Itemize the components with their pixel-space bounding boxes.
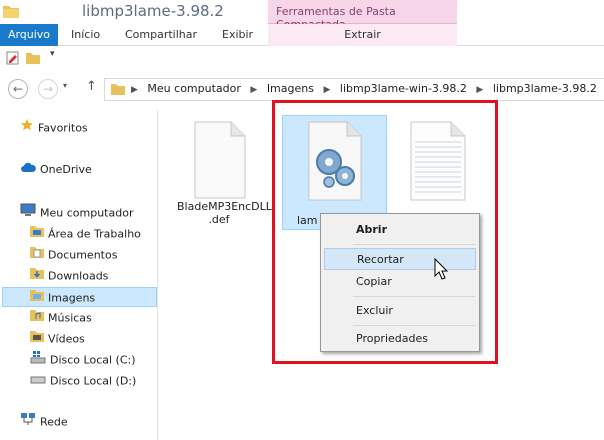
nav-favoritos[interactable]: Favoritos bbox=[20, 118, 88, 138]
star-icon bbox=[20, 118, 34, 139]
address-bar[interactable]: ▶ Meu computador ▶ Imagens ▶ libmp3lame-… bbox=[104, 78, 604, 101]
properties-icon[interactable] bbox=[6, 51, 20, 68]
menu-recortar[interactable]: Recortar bbox=[324, 248, 476, 270]
menu-propriedades[interactable]: Propriedades bbox=[324, 328, 476, 350]
downloads-folder-icon bbox=[30, 266, 44, 287]
blank-file-icon bbox=[177, 120, 261, 200]
pictures-folder-icon bbox=[30, 288, 44, 309]
nav-imagens[interactable]: Imagens bbox=[2, 287, 157, 307]
drive-icon bbox=[30, 371, 46, 392]
navigation-pane: Favoritos OneDrive Meu computador Área d… bbox=[0, 110, 158, 440]
folder-icon bbox=[111, 82, 125, 99]
nav-musicas[interactable]: Músicas bbox=[30, 308, 92, 328]
crumb-imagens[interactable]: Imagens bbox=[267, 82, 314, 95]
forward-button[interactable]: → bbox=[38, 79, 58, 99]
nav-disco-d[interactable]: Disco Local (D:) bbox=[30, 371, 136, 391]
menu-separator bbox=[353, 296, 475, 297]
quick-access-toolbar: ▾ bbox=[0, 46, 604, 70]
crumb-computer[interactable]: Meu computador bbox=[147, 82, 240, 95]
documents-folder-icon bbox=[30, 245, 44, 266]
nav-area-de-trabalho[interactable]: Área de Trabalho bbox=[30, 224, 141, 244]
menu-copiar[interactable]: Copiar bbox=[324, 271, 476, 293]
chevron-right-icon: ▶ bbox=[323, 85, 331, 95]
nav-videos[interactable]: Vídeos bbox=[30, 329, 85, 349]
up-arrow-icon[interactable]: ↑ bbox=[86, 79, 97, 94]
desktop-folder-icon bbox=[30, 224, 44, 245]
tab-compartilhar[interactable]: Compartilhar bbox=[117, 24, 205, 46]
crumb-libmp3lame[interactable]: libmp3lame-3.98.2 bbox=[493, 82, 597, 95]
tab-inicio[interactable]: Início bbox=[63, 24, 108, 46]
nav-rede[interactable]: Rede bbox=[20, 412, 68, 432]
crumb-libmp3lame-win[interactable]: libmp3lame-win-3.98.2 bbox=[340, 82, 467, 95]
context-menu: Abrir Recortar Copiar Excluir Propriedad… bbox=[320, 213, 480, 352]
folder-icon bbox=[3, 4, 19, 21]
nav-downloads[interactable]: Downloads bbox=[30, 266, 108, 286]
title-bar: Ferramentas de Pasta Compactada libmp3la… bbox=[0, 0, 604, 31]
menu-excluir[interactable]: Excluir bbox=[324, 300, 476, 322]
music-folder-icon bbox=[30, 308, 44, 329]
mouse-cursor-icon bbox=[434, 257, 449, 283]
menu-separator bbox=[353, 325, 475, 326]
tab-exibir[interactable]: Exibir bbox=[214, 24, 261, 46]
nav-onedrive[interactable]: OneDrive bbox=[20, 160, 92, 180]
tab-arquivo[interactable]: Arquivo bbox=[0, 24, 58, 46]
nav-disco-c[interactable]: Disco Local (C:) bbox=[30, 350, 136, 370]
breadcrumb: ▶ Meu computador ▶ Imagens ▶ libmp3lame-… bbox=[131, 82, 603, 95]
nav-documentos[interactable]: Documentos bbox=[30, 245, 117, 265]
chevron-right-icon: ▶ bbox=[131, 85, 138, 95]
network-icon bbox=[20, 412, 36, 433]
tab-extrair[interactable]: Extrair bbox=[268, 24, 457, 46]
context-tab-header: Ferramentas de Pasta Compactada bbox=[268, 0, 457, 31]
new-folder-icon[interactable] bbox=[26, 51, 40, 68]
window-title: libmp3lame-3.98.2 bbox=[82, 2, 224, 20]
back-button[interactable]: ← bbox=[8, 79, 28, 99]
nav-meu-computador[interactable]: Meu computador bbox=[20, 203, 133, 223]
recent-locations-icon[interactable]: ▾ bbox=[63, 81, 67, 90]
customize-dropdown-icon[interactable]: ▾ bbox=[50, 49, 55, 59]
chevron-right-icon: ▶ bbox=[476, 85, 484, 95]
ribbon-tabs: Arquivo Início Compartilhar Exibir Extra… bbox=[0, 24, 604, 46]
chevron-right-icon: ▶ bbox=[250, 85, 258, 95]
menu-abrir[interactable]: Abrir bbox=[324, 219, 476, 241]
videos-folder-icon bbox=[30, 329, 44, 350]
computer-icon bbox=[20, 203, 36, 224]
file-item-blademp3encdll[interactable]: BladeMP3EncDLL .def bbox=[177, 120, 272, 226]
menu-separator bbox=[353, 244, 475, 245]
windows-drive-icon bbox=[30, 350, 46, 371]
cloud-icon bbox=[20, 160, 36, 180]
